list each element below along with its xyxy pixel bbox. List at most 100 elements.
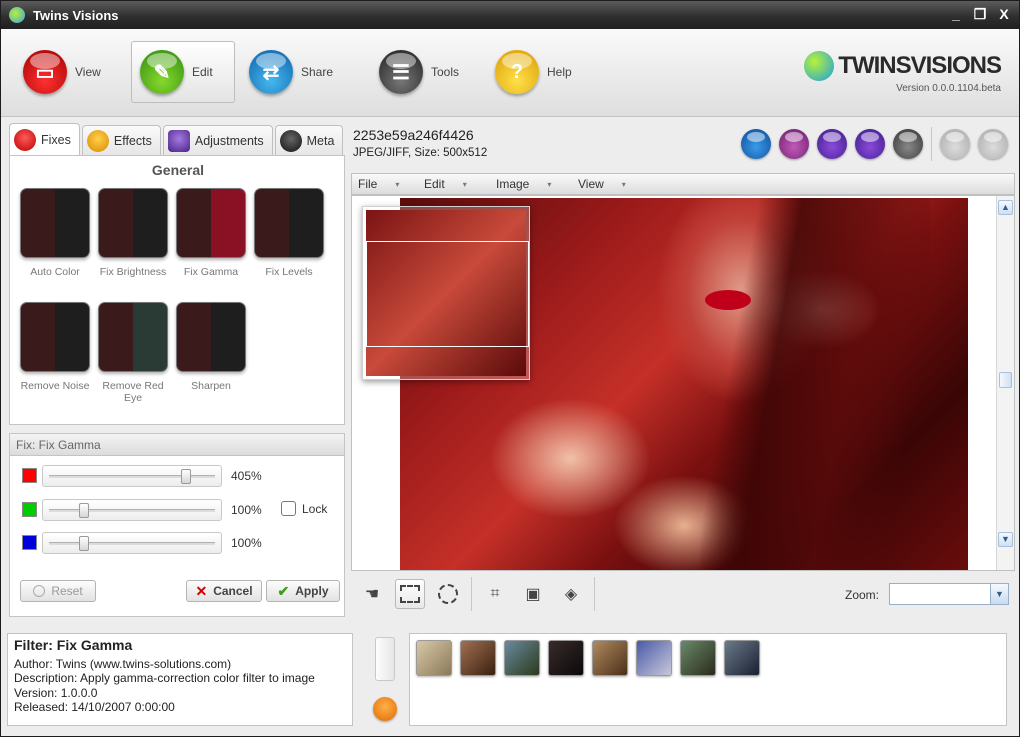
effects-tab-icon — [86, 129, 109, 152]
red-slider-knob[interactable] — [181, 469, 192, 484]
ribbon-edit-label: Edit — [192, 65, 213, 79]
red-slider[interactable] — [42, 465, 222, 487]
filter-label: Fix Brightness — [99, 266, 167, 278]
app-logo-icon — [9, 7, 25, 23]
ellipse-select-icon[interactable] — [433, 579, 463, 609]
navigator-preview[interactable] — [362, 206, 530, 380]
image-canvas[interactable]: ▲ ▼ — [351, 195, 1015, 571]
ribbon-edit-button[interactable]: ✎ Edit — [131, 41, 235, 103]
filter-fix-brightness[interactable]: Fix Brightness — [94, 188, 172, 278]
close-button[interactable]: X — [997, 6, 1011, 22]
print-preview-icon[interactable] — [779, 129, 809, 159]
crop-icon[interactable]: ⌗ — [480, 579, 510, 609]
tab-effects-label: Effects — [113, 133, 152, 148]
upload-icon[interactable] — [741, 129, 771, 159]
reset-button[interactable]: Reset — [20, 580, 96, 602]
filmstrip — [409, 633, 1007, 726]
filter-label: Sharpen — [191, 380, 231, 392]
filter-fix-levels[interactable]: Fix Levels — [250, 188, 328, 278]
menu-file[interactable]: File ▾ — [352, 177, 418, 191]
filter-remove-noise[interactable]: Remove Noise — [16, 302, 94, 392]
chevron-down-icon[interactable]: ▼ — [990, 584, 1008, 604]
blue-swatch — [22, 535, 37, 550]
reset-icon — [33, 585, 46, 597]
filmstrip-thumbnail[interactable] — [416, 640, 452, 676]
rect-select-icon[interactable] — [395, 579, 425, 609]
menu-view[interactable]: View ▾ — [572, 177, 654, 191]
filter-thumbnail — [20, 302, 90, 372]
navigator-viewport[interactable] — [366, 241, 529, 347]
filter-fix-gamma[interactable]: Fix Gamma — [172, 188, 250, 278]
tab-fixes[interactable]: Fixes — [9, 123, 80, 155]
zoom-label: Zoom: — [845, 588, 880, 602]
hand-icon[interactable]: ☚ — [357, 579, 387, 609]
image-menu-bar: File ▾ Edit ▾ Image ▾ View ▾ — [351, 173, 1015, 195]
ribbon-view-button[interactable]: ▭ View — [15, 41, 109, 103]
filmstrip-thumbnail[interactable] — [724, 640, 760, 676]
zoom-select[interactable]: ▼ — [889, 583, 1009, 605]
tools-list-icon: ☰ — [379, 50, 423, 94]
lock-checkbox-box[interactable] — [281, 501, 296, 516]
tab-meta[interactable]: Meta — [274, 125, 344, 155]
ribbon-tools-button[interactable]: ☰ Tools — [371, 41, 467, 103]
filmstrip-thumbnail[interactable] — [636, 640, 672, 676]
filter-remove-red-eye[interactable]: Remove Red Eye — [94, 302, 172, 404]
filter-gallery: General Auto Color Fix Brightness Fix Ga… — [9, 155, 345, 425]
version-text: Version 0.0.0.1104.beta — [896, 83, 1001, 94]
filter-tabs: Fixes Effects Adjustments Meta — [9, 123, 344, 155]
filter-label: Remove Red Eye — [102, 380, 164, 404]
restore-button[interactable]: ❐ — [973, 6, 987, 22]
filter-info-title: Filter: Fix Gamma — [14, 637, 133, 653]
print-icon[interactable] — [893, 129, 923, 159]
green-slider-knob[interactable] — [79, 503, 89, 518]
undo-icon[interactable] — [940, 129, 970, 159]
filmstrip-thumbnail[interactable] — [680, 640, 716, 676]
ribbon-share-label: Share — [301, 65, 334, 79]
filter-label: Fix Levels — [265, 266, 313, 278]
minimize-button[interactable]: _ — [949, 6, 963, 22]
filmstrip-thumbnail[interactable] — [504, 640, 540, 676]
ribbon-view-label: View — [75, 65, 101, 79]
filmstrip-action-icon[interactable] — [373, 697, 397, 721]
ribbon-tools-label: Tools — [431, 65, 460, 79]
filmstrip-slider[interactable] — [375, 637, 395, 681]
image-details: JPEG/JIFF, Size: 500x512 — [353, 147, 488, 159]
filmstrip-thumbnail[interactable] — [592, 640, 628, 676]
save-icon[interactable] — [817, 129, 847, 159]
filter-auto-color[interactable]: Auto Color — [16, 188, 94, 278]
adjustments-tab-icon — [167, 129, 190, 152]
scroll-up-icon[interactable]: ▲ — [998, 200, 1013, 215]
green-slider[interactable] — [42, 499, 222, 521]
apply-label: Apply — [295, 584, 329, 598]
save-as-icon[interactable] — [855, 129, 885, 159]
resize-icon[interactable]: ▣ — [518, 579, 548, 609]
tab-adjustments[interactable]: Adjustments — [162, 125, 273, 155]
title-bar: Twins Visions _ ❐ X — [1, 1, 1019, 29]
apply-check-icon: ✔ — [277, 582, 290, 599]
blue-slider-knob[interactable] — [79, 536, 89, 551]
green-channel-row — [22, 502, 37, 517]
canvas-scrollbar[interactable]: ▲ ▼ — [996, 196, 1014, 570]
tab-effects[interactable]: Effects — [81, 125, 161, 155]
apply-button[interactable]: ✔ Apply — [266, 580, 340, 602]
redo-icon[interactable] — [978, 129, 1008, 159]
ribbon-share-button[interactable]: ⇄ Share — [241, 41, 341, 103]
scrollbar-thumb[interactable] — [999, 372, 1012, 388]
blue-slider[interactable] — [42, 532, 222, 554]
filter-description: Description: Apply gamma-correction colo… — [14, 671, 315, 686]
menu-edit[interactable]: Edit ▾ — [418, 177, 490, 191]
menu-image[interactable]: Image ▾ — [490, 177, 572, 191]
cancel-icon: ✕ — [195, 582, 208, 599]
lock-checkbox[interactable]: Lock — [281, 501, 327, 516]
filmstrip-thumbnail[interactable] — [548, 640, 584, 676]
filmstrip-thumbnail[interactable] — [460, 640, 496, 676]
left-panel: Fixes Effects Adjustments Meta General A… — [7, 119, 347, 629]
chevron-down-icon: ▾ — [621, 179, 626, 189]
cancel-button[interactable]: ✕ Cancel — [186, 580, 262, 602]
rotate-icon[interactable]: ◈ — [556, 579, 586, 609]
scroll-down-icon[interactable]: ▼ — [998, 532, 1013, 547]
ribbon-help-button[interactable]: ? Help — [487, 41, 580, 103]
blue-channel-row — [22, 535, 37, 550]
filter-sharpen[interactable]: Sharpen — [172, 302, 250, 392]
lock-label: Lock — [302, 501, 328, 516]
